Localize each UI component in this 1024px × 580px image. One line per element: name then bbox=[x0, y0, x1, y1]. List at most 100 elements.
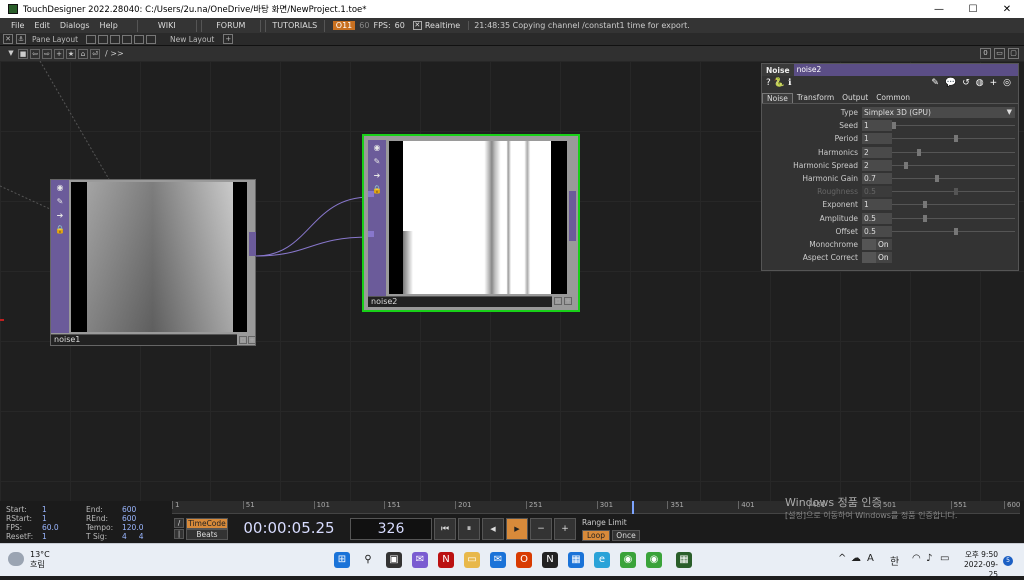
info-icon[interactable]: ℹ bbox=[788, 78, 791, 88]
parent-icon[interactable]: ⏎ bbox=[90, 48, 100, 59]
period-field[interactable]: 1 bbox=[862, 133, 892, 145]
pane-close-icon[interactable]: ✕ bbox=[3, 34, 13, 44]
slider-knob[interactable] bbox=[922, 201, 927, 209]
exponent-slider[interactable] bbox=[892, 199, 1015, 210]
playhead-marker[interactable] bbox=[632, 501, 635, 514]
menu-help[interactable]: Help bbox=[95, 21, 123, 30]
loop-button[interactable]: Loop bbox=[582, 530, 610, 541]
slider-knob[interactable] bbox=[953, 135, 958, 143]
start-icon[interactable]: ⊞ bbox=[334, 552, 350, 568]
frame-display[interactable]: 326 bbox=[350, 518, 432, 540]
play-reverse-button[interactable]: ◀ bbox=[482, 518, 504, 540]
step-back-button[interactable]: − bbox=[530, 518, 552, 540]
layout-split-v-icon[interactable] bbox=[110, 34, 121, 44]
close-button[interactable]: ✕ bbox=[990, 0, 1024, 18]
layout-quad-icon[interactable] bbox=[134, 34, 145, 44]
pause-button[interactable]: ⏸ bbox=[458, 518, 480, 540]
chrome-profile-icon[interactable]: ◉ bbox=[646, 552, 662, 568]
menu-file[interactable]: File bbox=[6, 21, 29, 30]
rstart-value[interactable]: 1 bbox=[42, 514, 47, 523]
menu-dialogs[interactable]: Dialogs bbox=[55, 21, 95, 30]
viewer-active-icon[interactable]: ◉ bbox=[55, 183, 65, 193]
netflix-icon[interactable]: N bbox=[438, 552, 454, 568]
touchdesigner-taskbar-icon[interactable]: ▦ bbox=[676, 552, 692, 568]
add-op-icon[interactable]: + bbox=[54, 48, 64, 59]
add-param-icon[interactable]: + bbox=[990, 78, 998, 88]
period-slider[interactable] bbox=[892, 133, 1015, 144]
office-icon[interactable]: O bbox=[516, 552, 532, 568]
noise2-input-connector-2[interactable] bbox=[368, 231, 374, 237]
bookmark-icon[interactable]: ★ bbox=[66, 48, 76, 59]
edge-icon[interactable]: e bbox=[594, 552, 610, 568]
noise2-output-connector[interactable] bbox=[569, 191, 576, 241]
slider-knob[interactable] bbox=[892, 122, 896, 130]
noise2-viewer[interactable] bbox=[389, 141, 567, 294]
tsig-denominator[interactable]: 4 bbox=[139, 532, 144, 541]
exponent-field[interactable]: 1 bbox=[862, 199, 892, 211]
chrome-icon[interactable]: ◉ bbox=[620, 552, 636, 568]
pane-split-icon[interactable]: ▭ bbox=[994, 48, 1005, 59]
cloud-icon[interactable] bbox=[8, 552, 24, 566]
pane-count[interactable]: 0 bbox=[980, 48, 991, 59]
amplitude-slider[interactable] bbox=[892, 213, 1015, 224]
noise2-node[interactable]: ◉ ✎ ➔ 🔒 noise2 ▫ + bbox=[362, 134, 580, 312]
comment-icon[interactable]: 💬 bbox=[945, 78, 956, 88]
reset-icon[interactable]: ↺ bbox=[962, 78, 970, 88]
task-view-icon[interactable]: ▣ bbox=[386, 552, 402, 568]
node-viewer-toggle-icon[interactable]: ▫ bbox=[239, 336, 247, 344]
pane-anchor-icon[interactable]: ⚓ bbox=[16, 34, 26, 44]
stop-icon[interactable]: ■ bbox=[18, 48, 28, 59]
node-expand-icon[interactable]: + bbox=[564, 297, 572, 305]
node-export-icon[interactable]: ➔ bbox=[55, 211, 65, 221]
search-icon[interactable]: ⚲ bbox=[360, 552, 376, 568]
pane-menu-icon[interactable]: ▼ bbox=[6, 49, 16, 59]
harmonic-gain-slider[interactable] bbox=[892, 173, 1015, 184]
amplitude-field[interactable]: 0.5 bbox=[862, 212, 892, 224]
harmonic-spread-field[interactable]: 2 bbox=[862, 159, 892, 171]
slider-knob[interactable] bbox=[935, 175, 940, 183]
pane-layout-label[interactable]: Pane Layout bbox=[32, 35, 78, 44]
forward-icon[interactable]: ⇨ bbox=[42, 48, 52, 59]
python-help-icon[interactable]: 🐍 bbox=[774, 78, 785, 88]
chat-icon[interactable]: ✉ bbox=[412, 552, 428, 568]
noise1-node[interactable]: ◉ ✎ ➔ 🔒 noise1 ▫ + bbox=[50, 179, 256, 346]
network-path[interactable]: / >> bbox=[105, 49, 124, 58]
time-options-icon[interactable]: | bbox=[174, 529, 184, 539]
edit-icon[interactable]: ✎ bbox=[931, 78, 939, 88]
start-value[interactable]: 1 bbox=[42, 505, 47, 514]
harmonic-spread-slider[interactable] bbox=[892, 160, 1015, 171]
pane-maximize-icon[interactable]: ▢ bbox=[1008, 48, 1019, 59]
minimize-button[interactable]: — bbox=[922, 0, 956, 18]
aspect-correct-toggle[interactable]: On bbox=[862, 252, 892, 264]
ime-mode[interactable]: 한 bbox=[890, 553, 899, 568]
add-layout-button[interactable]: + bbox=[223, 34, 234, 44]
tab-noise[interactable]: Noise bbox=[762, 93, 793, 103]
node-pin-icon[interactable]: ✎ bbox=[372, 157, 382, 167]
slider-knob[interactable] bbox=[916, 148, 921, 156]
maximize-button[interactable]: ☐ bbox=[956, 0, 990, 18]
fps-value[interactable]: 60.0 bbox=[42, 523, 59, 532]
tutorials-button[interactable]: TUTORIALS bbox=[264, 19, 325, 32]
tray-overflow-icon[interactable]: ^ bbox=[838, 553, 846, 564]
slider-knob[interactable] bbox=[922, 214, 927, 222]
seed-slider[interactable] bbox=[892, 120, 1015, 131]
noise1-viewer[interactable] bbox=[71, 182, 247, 332]
volume-icon[interactable]: ♪ bbox=[926, 553, 932, 564]
node-lock-icon[interactable]: 🔒 bbox=[55, 225, 65, 235]
once-button[interactable]: Once bbox=[612, 530, 640, 541]
type-dropdown[interactable]: Simplex 3D (GPU) ▼ bbox=[862, 107, 1015, 119]
menu-edit[interactable]: Edit bbox=[29, 21, 55, 30]
python-icon[interactable]: ◍ bbox=[976, 78, 984, 88]
time-slider-icon[interactable]: / bbox=[174, 518, 184, 528]
perf-monitor-badge[interactable]: O11 bbox=[332, 21, 356, 30]
harmonics-slider[interactable] bbox=[892, 147, 1015, 158]
seed-field[interactable]: 1 bbox=[862, 120, 892, 132]
op-name-field[interactable]: noise2 bbox=[793, 64, 1018, 76]
tab-transform[interactable]: Transform bbox=[793, 93, 838, 103]
layout-grid-icon[interactable] bbox=[146, 34, 157, 44]
notion-icon[interactable]: N bbox=[542, 552, 558, 568]
harmonics-field[interactable]: 2 bbox=[862, 146, 892, 158]
step-forward-button[interactable]: + bbox=[554, 518, 576, 540]
harmonic-gain-field[interactable]: 0.7 bbox=[862, 173, 892, 185]
tsig-numerator[interactable]: 4 bbox=[122, 532, 127, 541]
